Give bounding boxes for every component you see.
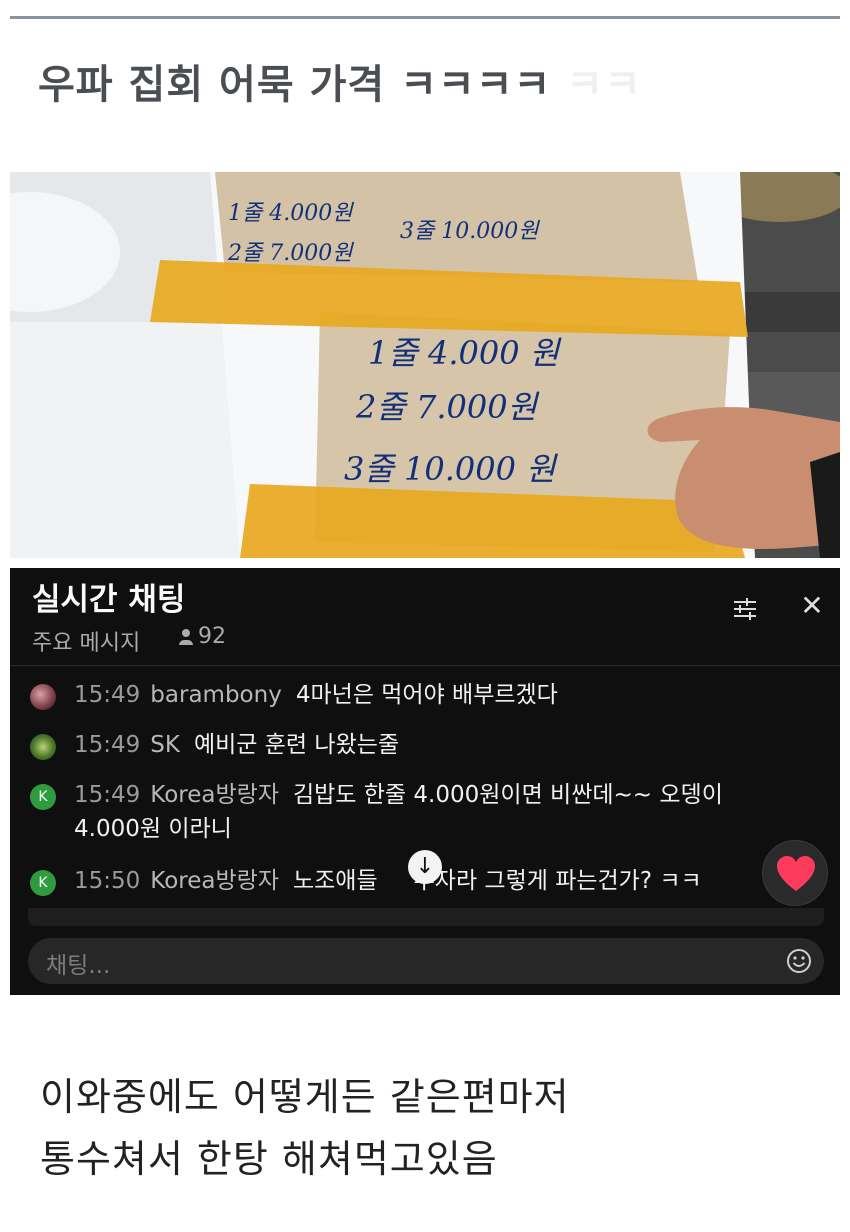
post-title: 우파 집회 어묵 가격 ㅋㅋㅋㅋ ㅋㅋ bbox=[38, 52, 642, 110]
message-time: 15:49 bbox=[74, 732, 141, 758]
post-title-ghost: ㅋㅋ bbox=[566, 62, 642, 108]
live-chat-panel: 실시간 채팅 주요 메시지 92 ✕ 15:49 barambony 4마넌은 먹어… bbox=[10, 568, 840, 995]
viewer-count-value: 92 bbox=[198, 624, 226, 649]
message-text: 김밥도 한줄 4.000원이면 비싼데~~ 오뎅이 bbox=[292, 782, 723, 808]
message-author[interactable]: Korea방랑자 bbox=[150, 782, 279, 808]
upper-sign-line2: 2줄 7.000원 bbox=[227, 241, 354, 266]
message-time: 15:49 bbox=[74, 782, 141, 808]
upper-sign-line3: 3줄 10.000원 bbox=[400, 219, 540, 244]
emoji-icon[interactable] bbox=[786, 948, 812, 974]
lower-sign-line3: 3줄 10.000 원 bbox=[344, 450, 558, 488]
chat-header: 실시간 채팅 주요 메시지 92 ✕ bbox=[10, 568, 840, 666]
message-time: 15:50 bbox=[74, 868, 141, 894]
user-avatar[interactable]: K bbox=[30, 784, 56, 810]
chat-mode-selector[interactable]: 주요 메시지 bbox=[32, 625, 140, 657]
viewer-count: 92 bbox=[178, 624, 226, 649]
price-sign-illustration: 1줄 4.000원 2줄 7.000원 3줄 10.000원 1줄 4.000 … bbox=[10, 172, 840, 558]
message-author[interactable]: Korea방랑자 bbox=[150, 868, 279, 894]
message-text-continued: 4.000원 이라니 bbox=[74, 816, 232, 842]
message-time: 15:49 bbox=[74, 682, 141, 708]
user-avatar[interactable] bbox=[30, 734, 56, 760]
price-sign-photo: 1줄 4.000원 2줄 7.000원 3줄 10.000원 1줄 4.000 … bbox=[10, 172, 840, 558]
filter-settings-icon[interactable] bbox=[732, 596, 758, 622]
chat-message: 15:49 SK 예비군 훈련 나왔는줄 bbox=[30, 728, 810, 762]
message-author[interactable]: SK bbox=[150, 732, 180, 758]
chat-message: K 15:49 Korea방랑자 김밥도 한줄 4.000원이면 비싼데~~ 오뎅이… bbox=[30, 778, 810, 846]
post-title-text: 우파 집회 어묵 가격 ㅋㅋㅋㅋ bbox=[38, 62, 552, 108]
person-icon bbox=[178, 627, 194, 647]
close-icon[interactable]: ✕ bbox=[800, 592, 824, 620]
chat-list-footer bbox=[28, 908, 824, 926]
heart-icon bbox=[777, 856, 815, 891]
message-text: 노조애들 bbox=[292, 868, 378, 894]
comment-line-2: 통수쳐서 한탕 해쳐먹고있음 bbox=[40, 1137, 498, 1181]
message-text: 예비군 훈련 나왔는줄 bbox=[193, 732, 400, 758]
chat-message: 15:49 barambony 4마넌은 먹어야 배부르겠다 bbox=[30, 678, 810, 712]
chat-title: 실시간 채팅 bbox=[32, 582, 186, 618]
lower-sign-line1: 1줄 4.000 원 bbox=[368, 334, 562, 372]
top-divider bbox=[10, 16, 840, 19]
chat-input-placeholder: 채팅... bbox=[46, 953, 111, 979]
chat-message-list[interactable]: 15:49 barambony 4마넌은 먹어야 배부르겠다 15:49 SK 예비군 … bbox=[10, 666, 840, 924]
lower-sign-line2: 2줄 7.000원 bbox=[355, 388, 540, 426]
message-text: 4마넌은 먹어야 배부르겠다 bbox=[295, 682, 558, 708]
scroll-down-button[interactable]: ↓ bbox=[408, 850, 442, 884]
heart-reaction-button[interactable] bbox=[762, 840, 828, 906]
message-text-after: 부자라 그렇게 파는건가? ㅋㅋ bbox=[413, 868, 702, 894]
comment-line-1: 이와중에도 어떻게든 같은편마저 bbox=[40, 1075, 570, 1119]
chat-input[interactable]: 채팅... bbox=[28, 938, 824, 984]
user-avatar[interactable]: K bbox=[30, 870, 56, 896]
upper-sign-line1: 1줄 4.000원 bbox=[228, 201, 354, 226]
user-avatar[interactable] bbox=[30, 684, 56, 710]
message-author[interactable]: barambony bbox=[150, 682, 282, 708]
